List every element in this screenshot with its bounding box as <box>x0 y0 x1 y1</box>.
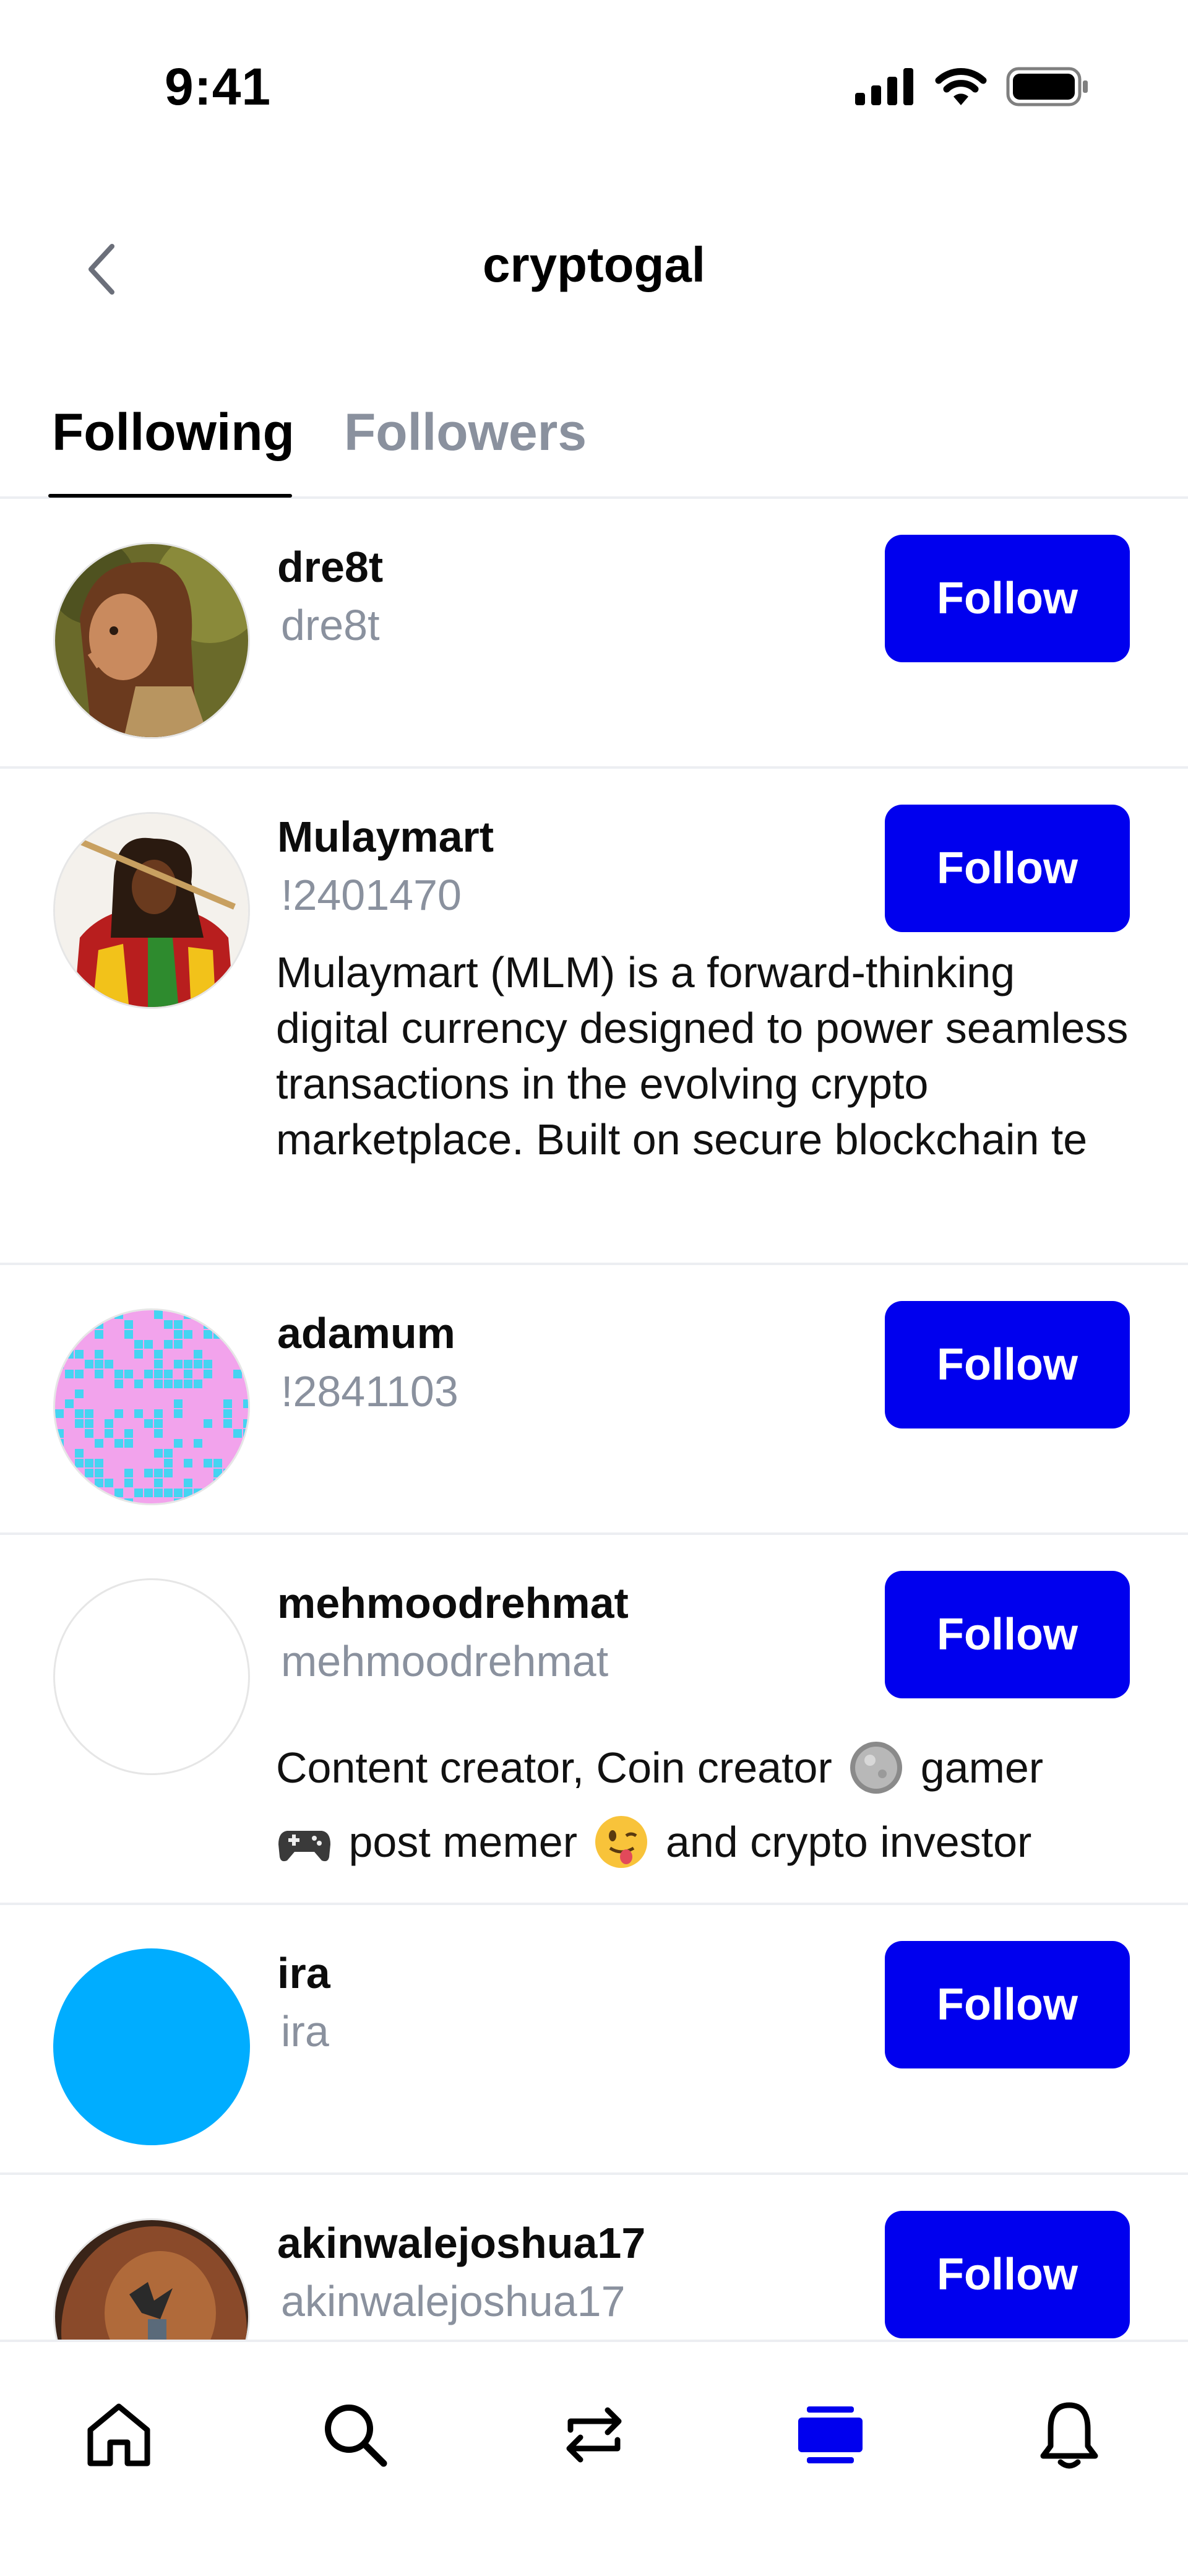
game-controller-emoji-icon <box>278 1830 330 1861</box>
nav-home[interactable] <box>69 2385 168 2484</box>
nav-notifications[interactable] <box>1020 2385 1119 2484</box>
user-handle: dre8t <box>281 601 380 649</box>
nav-feed[interactable] <box>781 2385 880 2484</box>
list-item[interactable]: adamum !2841103 Follow <box>0 1265 1188 1535</box>
user-handle: !2401470 <box>281 871 462 919</box>
home-icon <box>87 2403 150 2466</box>
signal-icon <box>855 68 913 105</box>
avatar[interactable] <box>53 812 250 1009</box>
user-handle: akinwalejoshua17 <box>281 2277 626 2325</box>
status-time: 9:41 <box>165 58 272 116</box>
follow-button[interactable]: Follow <box>885 805 1130 932</box>
user-bio: Content creator, Coin creator gamer post <box>276 1731 1130 1879</box>
user-handle: ira <box>281 2007 329 2055</box>
swap-icon <box>566 2407 622 2463</box>
user-name[interactable]: mehmoodrehmat <box>277 1578 629 1628</box>
status-icons <box>854 64 1089 109</box>
follow-button[interactable]: Follow <box>885 2211 1130 2338</box>
feed-icon <box>798 2406 863 2463</box>
bio-text: and crypto investor <box>665 1818 1032 1866</box>
avatar[interactable] <box>53 2218 250 2340</box>
page-title: cryptogal <box>482 237 706 292</box>
avatar[interactable] <box>53 1578 250 1775</box>
follow-button[interactable]: Follow <box>885 535 1130 662</box>
list-item[interactable]: dre8t dre8t Follow <box>0 499 1188 769</box>
bell-icon <box>1040 2402 1098 2469</box>
list-item[interactable]: ira ira Follow <box>0 1905 1188 2175</box>
tab-following[interactable]: Following <box>52 395 295 469</box>
bio-text: Content creator, Coin creator <box>276 1744 832 1792</box>
active-tab-indicator <box>48 494 292 498</box>
wifi-icon <box>935 68 987 105</box>
avatar[interactable] <box>53 1948 250 2145</box>
list-item[interactable]: mehmoodrehmat mehmoodrehmat Follow Conte… <box>0 1535 1188 1905</box>
user-name[interactable]: Mulaymart <box>277 812 494 862</box>
following-list[interactable]: dre8t dre8t Follow Mulaymart !2401470 Fo… <box>0 499 1188 2340</box>
battery-icon <box>1006 67 1088 106</box>
winking-tongue-emoji-icon <box>595 1815 648 1868</box>
user-name[interactable]: adamum <box>277 1308 455 1358</box>
nav-swap[interactable] <box>544 2385 644 2484</box>
avatar[interactable] <box>53 1308 250 1505</box>
tab-bar: Following Followers <box>0 384 1188 499</box>
user-name[interactable]: akinwalejoshua17 <box>277 2218 645 2268</box>
bottom-nav <box>0 2340 1188 2576</box>
search-icon <box>325 2405 387 2467</box>
app-screen: 9:41 cryptogal Following Followers dre8t… <box>0 0 1188 2576</box>
header: cryptogal <box>0 204 1188 328</box>
user-handle: mehmoodrehmat <box>281 1637 609 1685</box>
follow-button[interactable]: Follow <box>885 1941 1130 2068</box>
follow-button[interactable]: Follow <box>885 1301 1130 1428</box>
avatar[interactable] <box>53 542 250 739</box>
tab-followers[interactable]: Followers <box>344 395 587 469</box>
user-bio: Mulaymart (MLM) is a forward-thinking di… <box>276 948 1129 1164</box>
user-name[interactable]: dre8t <box>277 542 383 592</box>
nav-search[interactable] <box>306 2385 405 2484</box>
coin-emoji-icon <box>850 1741 903 1794</box>
list-item[interactable]: akinwalejoshua17 akinwalejoshua17 Follow <box>0 2175 1188 2340</box>
bio-text: gamer <box>920 1744 1044 1792</box>
bio-text: post memer <box>348 1818 578 1866</box>
list-item[interactable]: Mulaymart !2401470 Follow Mulaymart (MLM… <box>0 769 1188 1265</box>
user-name[interactable]: ira <box>277 1948 330 1998</box>
user-handle: !2841103 <box>281 1367 458 1416</box>
follow-button[interactable]: Follow <box>885 1571 1130 1698</box>
status-bar: 9:41 <box>0 0 1188 149</box>
